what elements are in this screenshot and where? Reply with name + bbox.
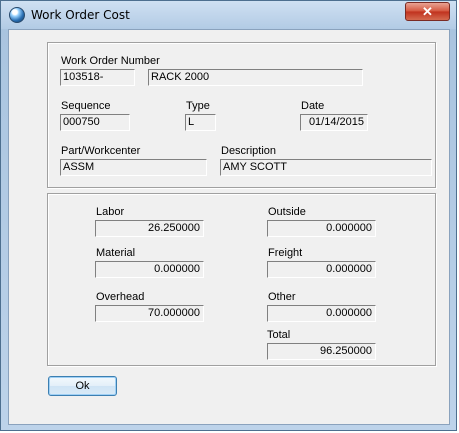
total-label: Total [267, 329, 291, 341]
close-icon: ✕ [422, 4, 433, 19]
close-button[interactable]: ✕ [405, 2, 450, 21]
freight-label: Freight [268, 247, 303, 259]
part-workcenter-label: Part/Workcenter [61, 145, 141, 157]
labor-field[interactable]: 26.250000 [95, 220, 204, 237]
overhead-label: Overhead [96, 291, 145, 303]
material-field[interactable]: 0.000000 [95, 261, 204, 278]
date-field[interactable]: 01/14/2015 [300, 114, 368, 131]
ok-button[interactable]: Ok [48, 376, 117, 396]
outside-field[interactable]: 0.000000 [267, 220, 376, 237]
sequence-field[interactable]: 000750 [60, 114, 130, 131]
work-order-number-field[interactable]: 103518- [60, 69, 135, 86]
description-label: Description [221, 145, 277, 157]
work-order-name-field[interactable]: RACK 2000 [148, 69, 363, 86]
other-field[interactable]: 0.000000 [267, 305, 376, 322]
date-label: Date [301, 100, 325, 112]
window-title: Work Order Cost [31, 8, 130, 22]
overhead-field[interactable]: 70.000000 [95, 305, 204, 322]
outside-label: Outside [268, 206, 306, 218]
work-order-number-label: Work Order Number [61, 55, 160, 67]
freight-field[interactable]: 0.000000 [267, 261, 376, 278]
work-order-cost-window: Work Order Cost ✕ Work Order Number 1035… [0, 0, 457, 431]
type-field[interactable]: L [185, 114, 216, 131]
other-label: Other [268, 291, 296, 303]
title-bar[interactable]: Work Order Cost ✕ [1, 1, 456, 29]
labor-label: Labor [96, 206, 125, 218]
dialog-client-area: Work Order Number 103518- RACK 2000 Sequ… [8, 29, 450, 425]
description-field[interactable]: AMY SCOTT [220, 159, 432, 176]
globe-icon [9, 7, 25, 23]
part-workcenter-field[interactable]: ASSM [60, 159, 207, 176]
material-label: Material [96, 247, 136, 259]
sequence-label: Sequence [61, 100, 111, 112]
cost-breakdown-panel: Labor 26.250000 Material 0.000000 Overhe… [47, 193, 436, 366]
work-order-info-panel: Work Order Number 103518- RACK 2000 Sequ… [47, 42, 436, 188]
total-field[interactable]: 96.250000 [267, 343, 376, 360]
type-label: Type [186, 100, 210, 112]
